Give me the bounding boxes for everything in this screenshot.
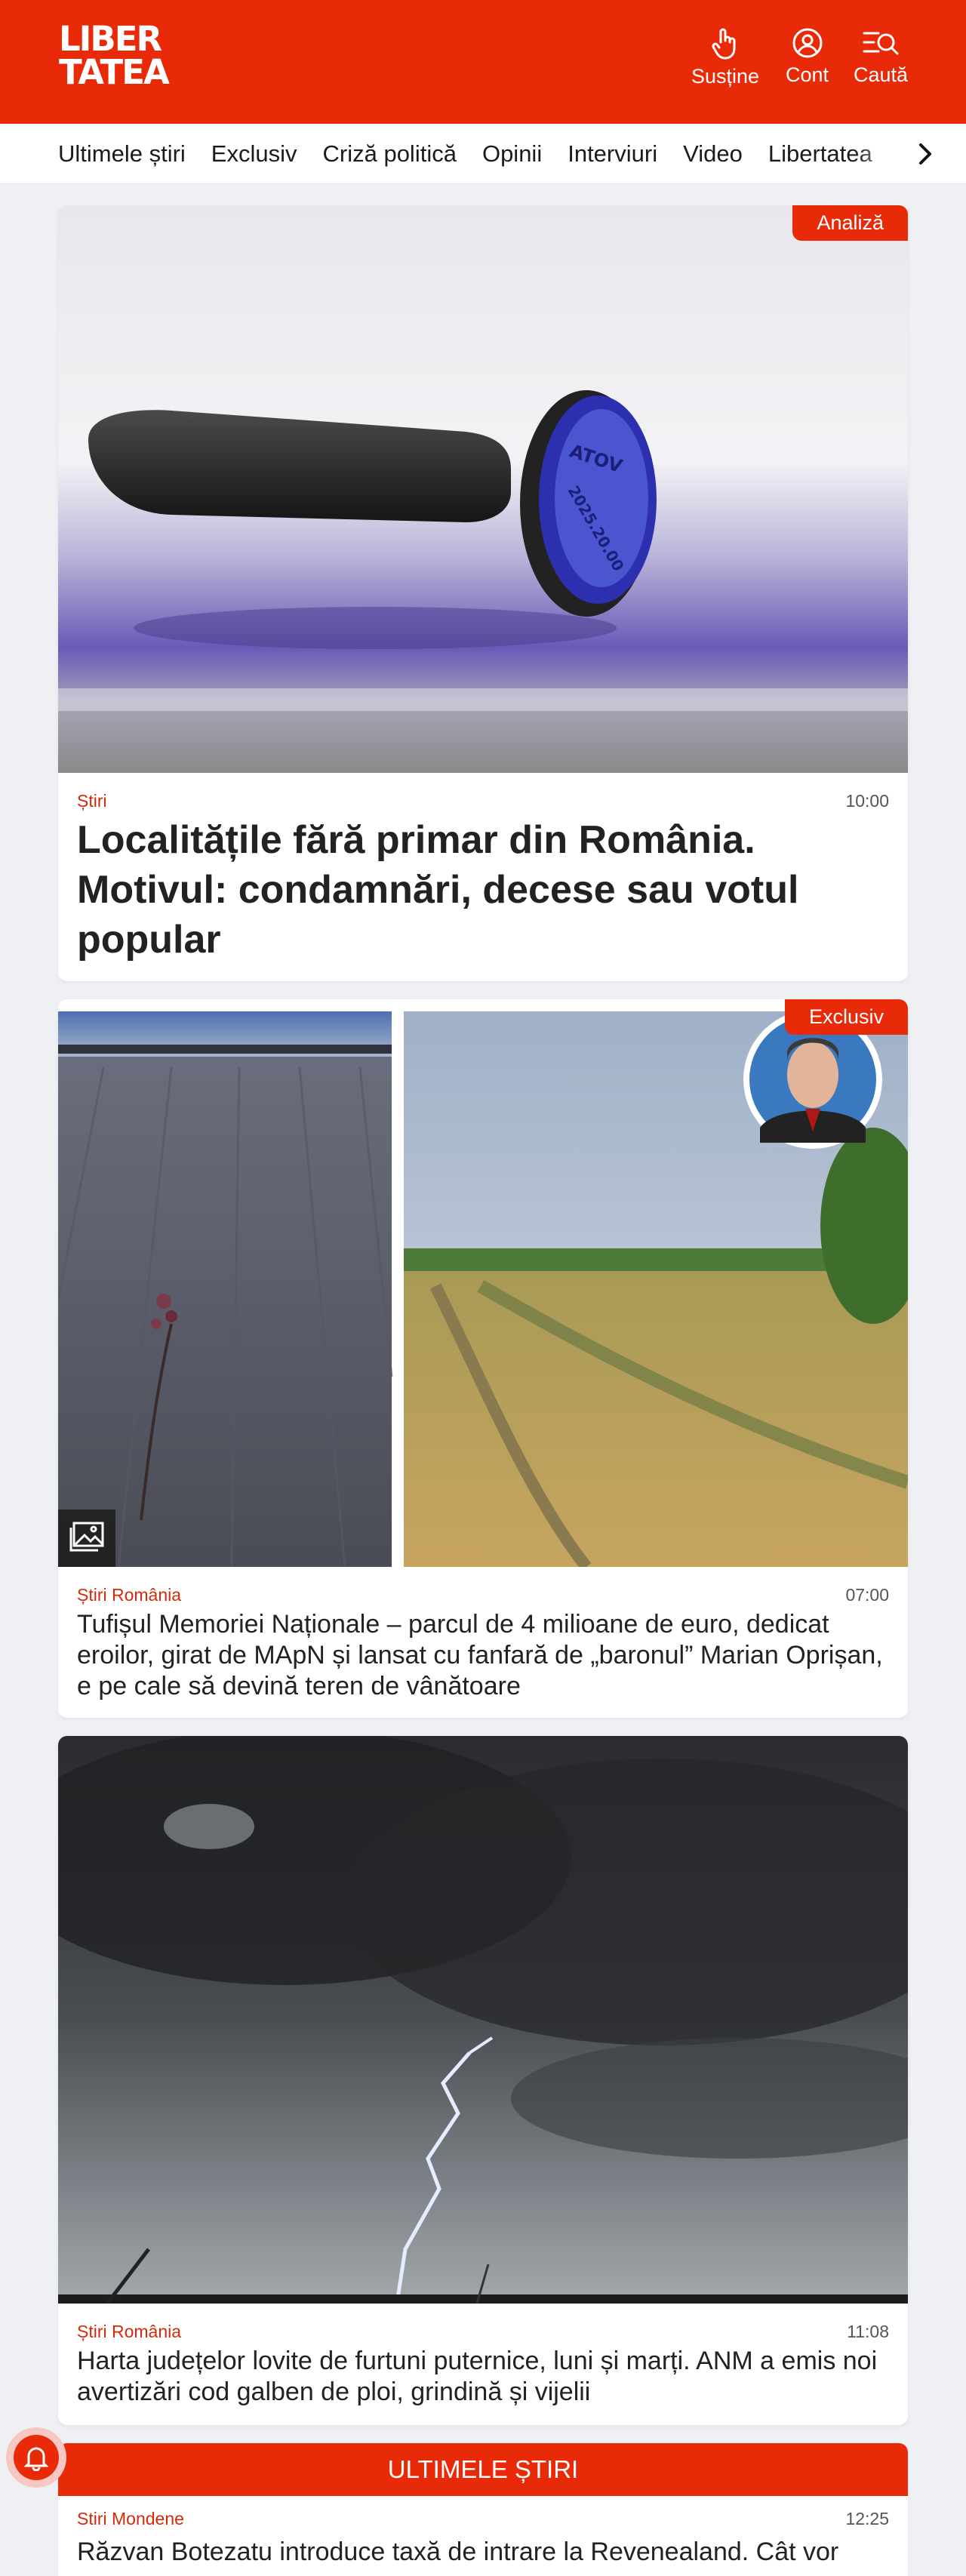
- nav-item-exclusiv[interactable]: Exclusiv: [211, 140, 297, 168]
- logo-line-1: LIBER: [59, 19, 162, 59]
- bell-icon: [23, 2447, 49, 2471]
- article-title[interactable]: Harta județelor lovite de furtuni putern…: [77, 2346, 889, 2408]
- article-category[interactable]: Știri: [77, 791, 107, 811]
- search-button[interactable]: Caută: [854, 27, 908, 87]
- latest-item-category[interactable]: Stiri Mondene: [77, 2509, 184, 2528]
- search-label: Caută: [854, 63, 909, 86]
- notification-button[interactable]: [6, 2427, 66, 2488]
- category-nav: Ultimele știri Exclusiv Criză politică O…: [0, 124, 966, 184]
- latest-item-meta: Stiri Mondene 12:25: [77, 2509, 889, 2529]
- account-button[interactable]: Cont: [786, 27, 829, 87]
- notification-inner: [14, 2435, 59, 2480]
- user-icon: [792, 28, 823, 58]
- article-image-stamp: ATOV 2025.20.00: [58, 205, 908, 773]
- latest-news-item[interactable]: Stiri Mondene 12:25 Răzvan Botezatu intr…: [58, 2496, 908, 2576]
- nav-item-ultimele-stiri[interactable]: Ultimele știri: [58, 140, 186, 168]
- nav-item-criza-politica[interactable]: Criză politică: [323, 140, 457, 168]
- article-badge: Analiză: [792, 205, 908, 241]
- latest-item-time: 12:25: [845, 2509, 889, 2528]
- latest-news-heading[interactable]: ULTIMELE ȘTIRI: [58, 2443, 908, 2496]
- article-badge: Exclusiv: [784, 999, 908, 1035]
- latest-item-title[interactable]: Răzvan Botezatu introduce taxă de intrar…: [77, 2537, 889, 2568]
- article-time: 07:00: [845, 1585, 889, 1605]
- article-category[interactable]: Știri România: [77, 1585, 181, 1605]
- nav-items: Ultimele știri Exclusiv Criză politică O…: [58, 124, 898, 183]
- article-meta: Știri România 07:00: [77, 1585, 889, 1605]
- nav-item-opinii[interactable]: Opinii: [482, 140, 542, 168]
- article-title[interactable]: Localitățile fără primar din România. Mo…: [77, 815, 889, 965]
- gallery-icon: [69, 1522, 104, 1552]
- article-card-2[interactable]: Exclusiv Știri România 07:00 Tufișul Mem…: [58, 999, 908, 1718]
- chevron-right-icon[interactable]: [912, 140, 939, 168]
- gallery-icon-box[interactable]: [58, 1510, 115, 1567]
- article-category[interactable]: Știri România: [77, 2322, 181, 2341]
- support-button[interactable]: Susține: [691, 27, 759, 88]
- article-title[interactable]: Tufișul Memoriei Naționale – parcul de 4…: [77, 1609, 889, 1702]
- logo-line-2: TATEA: [59, 52, 170, 92]
- article-image-storm: [58, 1736, 908, 2304]
- site-logo[interactable]: LIBER TATEA: [59, 19, 170, 92]
- support-label: Susține: [691, 65, 760, 88]
- nav-item-interviuri[interactable]: Interviuri: [568, 140, 657, 168]
- top-header: LIBER TATEA Susține Cont Caută: [0, 0, 966, 124]
- article-meta: Știri 10:00: [77, 791, 889, 811]
- hand-heart-icon: [712, 28, 736, 60]
- article-card-1[interactable]: Analiză ATOV 2025.20.00 Știri 10:00 Loca…: [58, 205, 908, 981]
- article-time: 11:08: [847, 2322, 889, 2341]
- search-menu-icon: [863, 32, 899, 55]
- article-meta: Știri România 11:08: [77, 2322, 889, 2342]
- account-label: Cont: [786, 63, 829, 86]
- nav-fade: [853, 124, 966, 183]
- latest-news-list: Stiri Mondene 12:25 Răzvan Botezatu intr…: [58, 2496, 908, 2576]
- article-card-3[interactable]: Știri România 11:08 Harta județelor lovi…: [58, 1736, 908, 2425]
- article-image-collage: [58, 999, 908, 1567]
- nav-item-video[interactable]: Video: [683, 140, 743, 168]
- article-time: 10:00: [845, 791, 889, 811]
